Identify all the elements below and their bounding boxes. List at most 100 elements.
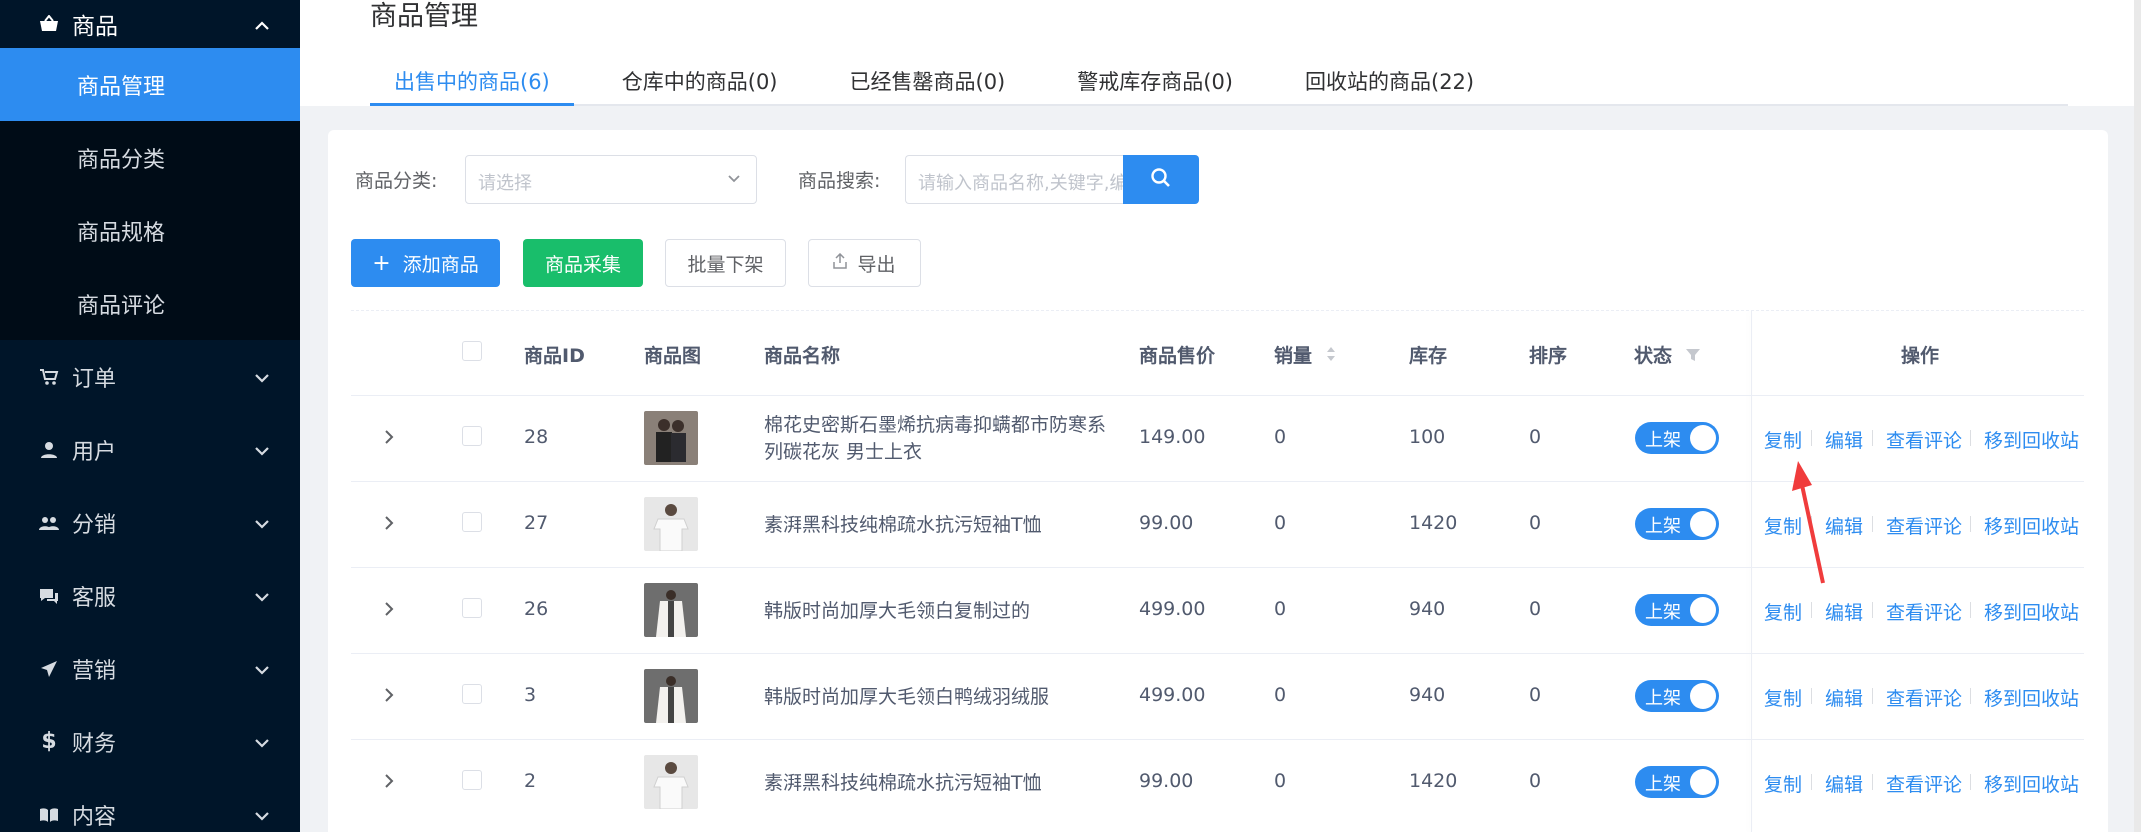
status-toggle-label: 上架 xyxy=(1645,602,1681,623)
tab-warehouse[interactable]: 仓库中的商品(0) xyxy=(598,58,802,104)
search-input[interactable]: 请输入商品名称,关键字,编号 xyxy=(905,155,1123,204)
batch-off-shelf-button[interactable]: 批量下架 xyxy=(665,239,786,287)
move-to-recycle-link[interactable]: 移到回收站 xyxy=(1984,598,2079,625)
move-to-recycle-link[interactable]: 移到回收站 xyxy=(1984,770,2079,797)
cell-id: 3 xyxy=(524,684,537,706)
chevron-up-icon xyxy=(254,11,270,37)
sidebar-item-goods-manage[interactable]: 商品管理 xyxy=(0,48,300,121)
tab-on-sale[interactable]: 出售中的商品(6) xyxy=(370,58,574,106)
table-row: 2 素湃黑科技纯棉疏水抗污短袖T恤 99.00 0 1420 0 上架 复制 编… xyxy=(351,739,2084,825)
divider xyxy=(1811,430,1812,446)
goods-thumbnail[interactable] xyxy=(644,669,698,723)
sidebar-item-marketing[interactable]: 营销 xyxy=(0,632,300,705)
annotation-arrow xyxy=(1792,461,1825,584)
sidebar-item-order[interactable]: 订单 xyxy=(0,340,300,413)
view-comments-link[interactable]: 查看评论 xyxy=(1886,512,1962,539)
header-image: 商品图 xyxy=(644,345,702,367)
edit-link[interactable]: 编辑 xyxy=(1825,426,1863,453)
copy-link[interactable]: 复制 xyxy=(1764,426,1802,453)
goods-thumbnail[interactable] xyxy=(644,755,698,809)
toggle-knob xyxy=(1690,425,1716,451)
goods-thumbnail[interactable] xyxy=(644,411,698,465)
status-toggle[interactable]: 上架 xyxy=(1635,594,1719,626)
sidebar-group-goods[interactable]: 商品 xyxy=(0,0,300,48)
status-toggle[interactable]: 上架 xyxy=(1635,422,1719,454)
expand-chevron-icon[interactable] xyxy=(383,772,395,794)
collect-goods-button[interactable]: 商品采集 xyxy=(523,239,643,287)
row-checkbox[interactable] xyxy=(462,598,482,618)
row-checkbox[interactable] xyxy=(462,770,482,790)
edit-link[interactable]: 编辑 xyxy=(1825,684,1863,711)
search-button[interactable] xyxy=(1123,155,1199,204)
header-status[interactable]: 状态 xyxy=(1634,341,1701,368)
select-all-checkbox[interactable] xyxy=(462,341,482,361)
cell-sort: 0 xyxy=(1529,598,1542,620)
divider xyxy=(1970,430,1971,446)
basket-icon xyxy=(38,13,60,35)
tab-sold-out[interactable]: 已经售罄商品(0) xyxy=(826,58,1030,104)
sidebar-item-service[interactable]: 客服 xyxy=(0,559,300,632)
copy-link[interactable]: 复制 xyxy=(1764,684,1802,711)
edit-link[interactable]: 编辑 xyxy=(1825,770,1863,797)
chevron-down-icon xyxy=(254,583,270,608)
status-toggle[interactable]: 上架 xyxy=(1635,680,1719,712)
sidebar-item-goods-category[interactable]: 商品分类 xyxy=(0,121,300,194)
view-comments-link[interactable]: 查看评论 xyxy=(1886,598,1962,625)
sidebar-item-goods-comment[interactable]: 商品评论 xyxy=(0,267,300,340)
header-name: 商品名称 xyxy=(764,345,841,367)
divider xyxy=(1811,602,1812,618)
sidebar-item-distribution[interactable]: 分销 xyxy=(0,486,300,559)
export-button[interactable]: 导出 xyxy=(808,239,921,287)
cell-price: 499.00 xyxy=(1139,598,1206,620)
status-toggle[interactable]: 上架 xyxy=(1635,766,1719,798)
cell-sort: 0 xyxy=(1529,684,1542,706)
view-comments-link[interactable]: 查看评论 xyxy=(1886,684,1962,711)
row-checkbox[interactable] xyxy=(462,512,482,532)
move-to-recycle-link[interactable]: 移到回收站 xyxy=(1984,426,2079,453)
header-sales[interactable]: 销量 xyxy=(1274,341,1337,368)
expand-chevron-icon[interactable] xyxy=(383,686,395,708)
add-goods-button[interactable]: + 添加商品 xyxy=(351,239,500,287)
expand-chevron-icon[interactable] xyxy=(383,600,395,622)
tab-low-stock[interactable]: 警戒库存商品(0) xyxy=(1053,58,1257,104)
cell-id: 2 xyxy=(524,770,537,792)
view-comments-link[interactable]: 查看评论 xyxy=(1886,770,1962,797)
goods-thumbnail[interactable] xyxy=(644,497,698,551)
move-to-recycle-link[interactable]: 移到回收站 xyxy=(1984,684,2079,711)
batch-off-shelf-label: 批量下架 xyxy=(687,253,764,276)
expand-chevron-icon[interactable] xyxy=(383,428,395,450)
sidebar-item-label: 商品管理 xyxy=(77,74,166,100)
edit-link[interactable]: 编辑 xyxy=(1825,598,1863,625)
search-label: 商品搜索: xyxy=(798,170,881,192)
tab-recycle-bin[interactable]: 回收站的商品(22) xyxy=(1281,58,1498,104)
cell-price: 149.00 xyxy=(1139,426,1206,448)
divider xyxy=(1811,774,1812,790)
move-to-recycle-link[interactable]: 移到回收站 xyxy=(1984,512,2079,539)
divider xyxy=(1872,430,1873,446)
goods-thumbnail[interactable] xyxy=(644,583,698,637)
copy-link[interactable]: 复制 xyxy=(1764,770,1802,797)
cell-id: 28 xyxy=(524,426,549,448)
divider xyxy=(1970,516,1971,532)
edit-link[interactable]: 编辑 xyxy=(1825,512,1863,539)
scrollbar[interactable] xyxy=(2134,0,2141,832)
sidebar-item-label: 订单 xyxy=(72,366,117,392)
sidebar-item-user[interactable]: 用户 xyxy=(0,413,300,486)
sidebar-item-finance[interactable]: $ 财务 xyxy=(0,705,300,778)
sidebar-item-content[interactable]: 内容 xyxy=(0,778,300,832)
view-comments-link[interactable]: 查看评论 xyxy=(1886,426,1962,453)
cell-name: 素湃黑科技纯棉疏水抗污短袖T恤 xyxy=(764,514,1042,536)
category-select[interactable]: 请选择 xyxy=(465,155,757,204)
expand-chevron-icon[interactable] xyxy=(383,514,395,536)
cell-sales: 0 xyxy=(1274,684,1287,706)
sidebar-item-goods-spec[interactable]: 商品规格 xyxy=(0,194,300,267)
row-checkbox[interactable] xyxy=(462,426,482,446)
sidebar-item-label: 用户 xyxy=(72,439,117,465)
copy-link[interactable]: 复制 xyxy=(1764,598,1802,625)
status-toggle[interactable]: 上架 xyxy=(1635,508,1719,540)
chevron-down-icon xyxy=(726,170,742,190)
cell-name: 韩版时尚加厚大毛领白鸭绒羽绒服 xyxy=(764,686,1050,708)
header-id: 商品ID xyxy=(524,345,585,367)
row-checkbox[interactable] xyxy=(462,684,482,704)
chevron-down-icon xyxy=(254,802,270,827)
